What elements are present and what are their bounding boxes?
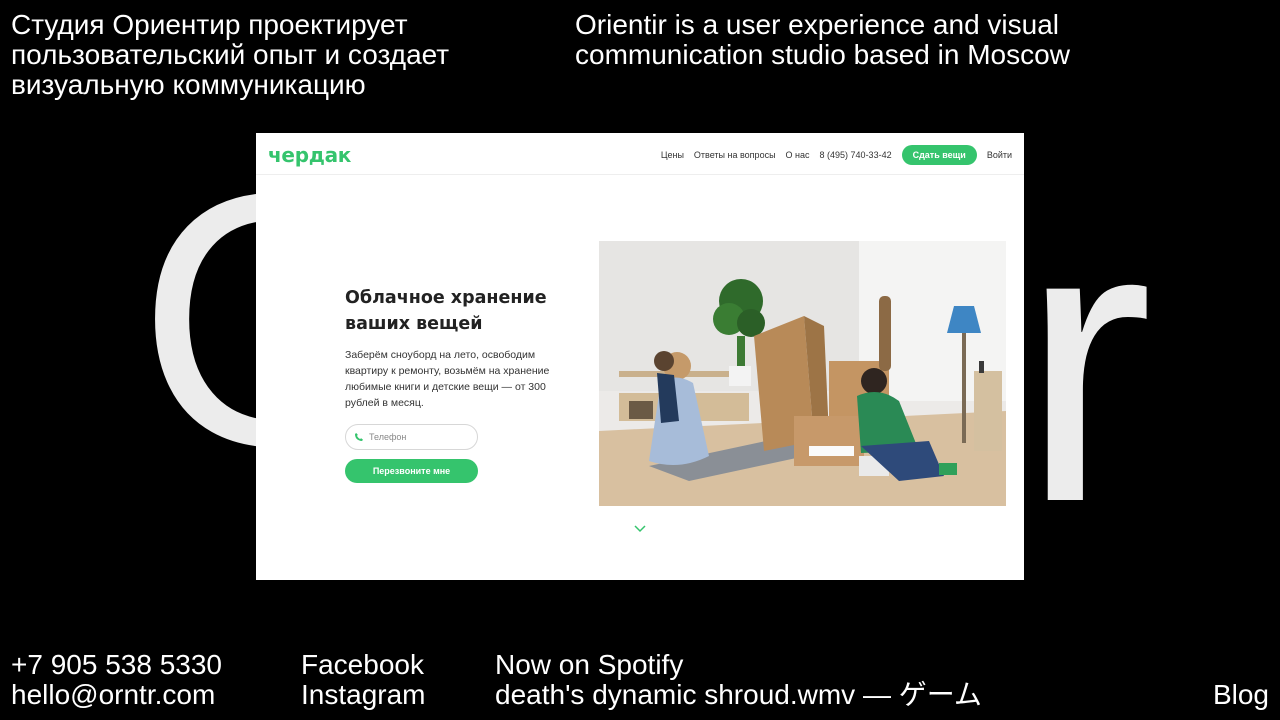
- blog-link[interactable]: Blog: [1213, 680, 1269, 710]
- project-showcase[interactable]: чердак Цены Ответы на вопросы О нас 8 (4…: [256, 133, 1024, 580]
- facebook-link[interactable]: Facebook: [301, 650, 426, 680]
- now-playing: Now on Spotify death's dynamic shroud.wm…: [495, 650, 982, 710]
- instagram-link[interactable]: Instagram: [301, 680, 426, 710]
- hero-description: Заберём сноуборд на лето, освободим квар…: [345, 349, 550, 409]
- call-me-back-button[interactable]: Перезвоните мне: [345, 459, 478, 483]
- phone-input[interactable]: Телефон: [345, 424, 478, 450]
- big-word-right-fragment: r: [1020, 138, 1154, 585]
- hero-title: Облачное хранение ваших вещей: [345, 288, 547, 334]
- nav-faq[interactable]: Ответы на вопросы: [694, 150, 776, 160]
- nav-phone[interactable]: 8 (495) 740-33-42: [820, 150, 892, 160]
- hero-photo: [599, 241, 1006, 506]
- social-column: Facebook Instagram: [301, 650, 426, 710]
- phone-icon: [354, 432, 364, 442]
- login-link[interactable]: Войти: [987, 150, 1012, 160]
- hand-over-items-button[interactable]: Сдать вещи: [901, 145, 977, 165]
- contact-column: +7 905 538 5330 hello@orntr.com: [11, 650, 222, 710]
- chevron-down-icon[interactable]: [634, 520, 646, 533]
- blog-column: Blog: [1213, 680, 1269, 710]
- studio-intro-en: Orientir is a user experience and visual…: [575, 9, 1070, 70]
- nav-prices[interactable]: Цены: [661, 150, 684, 160]
- phone-placeholder: Телефон: [369, 432, 407, 442]
- email-link[interactable]: hello@orntr.com: [11, 680, 222, 710]
- studio-intro-ru: Студия Ориентир проектирует пользователь…: [11, 9, 450, 100]
- phone-link[interactable]: +7 905 538 5330: [11, 650, 222, 680]
- showcase-nav: Цены Ответы на вопросы О нас 8 (495) 740…: [661, 145, 1012, 165]
- nav-about[interactable]: О нас: [786, 150, 810, 160]
- showcase-header: чердак Цены Ответы на вопросы О нас 8 (4…: [256, 133, 1024, 175]
- now-playing-track[interactable]: death's dynamic shroud.wmv — ゲーム: [495, 680, 982, 710]
- now-playing-label: Now on Spotify: [495, 649, 684, 680]
- cherdak-logo[interactable]: чердак: [268, 143, 351, 167]
